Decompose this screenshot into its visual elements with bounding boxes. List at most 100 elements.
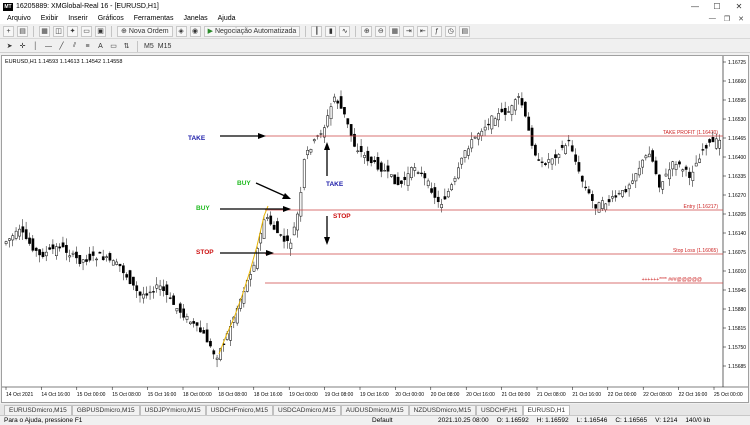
candle-body <box>61 242 65 248</box>
tab-usdchfmicro-m15[interactable]: USDCHFmicro,M15 <box>205 405 273 415</box>
tab-audusdmicro-m15[interactable]: AUDUSDmicro,M15 <box>340 405 409 415</box>
time-tick-label: 19 Oct 00:00 <box>289 392 318 398</box>
price-tick-label: 1.16465 <box>728 136 746 142</box>
tab-nzdusdmicro-m15[interactable]: NZDUSDmicro,M15 <box>408 405 477 415</box>
auto-trading-button[interactable]: ▶ Negociação Automatizada <box>203 25 301 37</box>
profiles-icon[interactable]: ▤ <box>17 25 28 37</box>
candle-body <box>269 215 273 225</box>
price-chart[interactable]: EURUSD,H1 1.14593 1.14613 1.14542 1.1455… <box>2 56 748 402</box>
chart-window[interactable]: EURUSD,H1 1.14593 1.14613 1.14542 1.1455… <box>1 55 749 403</box>
fibonacci-icon[interactable]: ≡ <box>83 43 92 50</box>
candle-body <box>647 153 651 158</box>
time-tick-label: 18 Oct 16:00 <box>254 392 283 398</box>
new-order-button[interactable]: ⊕ Nova Ordem <box>117 25 173 37</box>
entry-label: Entry (1.16217) <box>684 204 719 210</box>
auto-scroll-icon[interactable]: ⇥ <box>403 25 415 37</box>
timeframe-m15[interactable]: M15 <box>158 43 172 50</box>
annotations-layer: TAKE BUY BUY STOP TAKE STOP <box>188 133 351 256</box>
trend-line[interactable] <box>218 205 269 355</box>
candle-body <box>18 228 21 237</box>
label-icon[interactable]: ▭ <box>109 42 118 50</box>
bar-chart-icon[interactable]: ┃ <box>311 25 323 37</box>
child-close-icon[interactable]: ✕ <box>738 15 744 23</box>
candle-body <box>473 136 477 139</box>
stop-mid-annotation: STOP <box>333 213 351 220</box>
candle-body <box>71 252 75 255</box>
cursor-icon[interactable]: ➤ <box>5 42 14 50</box>
candle-body <box>631 180 634 184</box>
vertical-line-icon[interactable]: │ <box>31 43 40 50</box>
candlestick-icon[interactable]: ▮ <box>325 25 337 37</box>
chart-shift-icon[interactable]: ⇤ <box>417 25 429 37</box>
candle-body <box>178 303 182 313</box>
menu-arquivo[interactable]: Arquivo <box>2 15 36 22</box>
candle-body <box>8 238 11 241</box>
menu-inserir[interactable]: Inserir <box>63 15 92 22</box>
timeframe-m5[interactable]: M5 <box>144 43 154 50</box>
tab-gbpusdmicro-m15[interactable]: GBPUSDmicro,M15 <box>71 405 140 415</box>
arrows-icon[interactable]: ⇅ <box>122 42 131 50</box>
candle-body <box>38 249 41 256</box>
zoom-out-icon[interactable]: ⊖ <box>375 25 387 37</box>
candle-body <box>165 284 169 295</box>
time-tick-label: 19 Oct 08:00 <box>325 392 354 398</box>
candle-body <box>714 138 718 149</box>
tab-usdcadmicro-m15[interactable]: USDCADmicro,M15 <box>273 405 341 415</box>
help-text: Para o Ajuda, pressione F1 <box>4 417 83 424</box>
candle-body <box>443 196 447 200</box>
new-chart-icon[interactable]: + <box>3 25 14 37</box>
indicators-icon[interactable]: ƒ <box>431 25 443 37</box>
horizontal-line-icon[interactable]: — <box>44 43 53 50</box>
candle-body <box>356 150 360 153</box>
menu-ferramentas[interactable]: Ferramentas <box>129 15 179 22</box>
candle-body <box>674 164 678 170</box>
candle-body <box>668 169 671 180</box>
tab-eurusdmicro-m15[interactable]: EURUSDmicro,M15 <box>4 405 72 415</box>
data-window-icon[interactable]: ◫ <box>53 25 64 37</box>
candle-body <box>383 170 386 172</box>
stop-annotation: STOP <box>196 249 214 256</box>
candle-body <box>611 196 614 199</box>
text-icon[interactable]: A <box>96 43 105 50</box>
periods-icon[interactable]: ◷ <box>445 25 457 37</box>
metaeditor-icon[interactable]: ◈ <box>175 25 187 37</box>
market-watch-icon[interactable]: ▦ <box>39 25 50 37</box>
candle-body <box>621 190 624 197</box>
navigator-icon[interactable]: ✦ <box>67 25 78 37</box>
price-tick-label: 1.15945 <box>728 288 746 294</box>
menu-ajuda[interactable]: Ajuda <box>213 15 241 22</box>
candle-body <box>688 171 691 178</box>
candle-body <box>550 158 554 165</box>
bar-open: O: 1.16592 <box>496 417 529 424</box>
line-chart-icon[interactable]: ∿ <box>339 25 351 37</box>
zoom-in-icon[interactable]: ⊕ <box>361 25 373 37</box>
tile-windows-icon[interactable]: ▦ <box>389 25 401 37</box>
maximize-icon[interactable]: ☐ <box>706 2 728 11</box>
minimize-icon[interactable]: — <box>684 2 706 11</box>
candle-body <box>11 235 15 241</box>
candle-body <box>78 255 82 264</box>
trendline-icon[interactable]: ╱ <box>57 42 66 50</box>
candle-body <box>21 226 25 233</box>
child-restore-icon[interactable]: ❐ <box>724 15 730 23</box>
candle-body <box>440 204 443 208</box>
menu-exibir[interactable]: Exibir <box>36 15 64 22</box>
candle-body <box>497 113 500 121</box>
crosshair-icon[interactable]: ✛ <box>18 42 27 50</box>
candle-body <box>299 192 303 217</box>
tab-usdjpymicro-m15[interactable]: USDJPYmicro,M15 <box>139 405 206 415</box>
close-icon[interactable]: ✕ <box>728 2 750 11</box>
bar-datetime: 2021.10.25 08:00 <box>438 417 489 424</box>
menu-janelas[interactable]: Janelas <box>178 15 212 22</box>
channel-icon[interactable]: ⫽ <box>70 42 79 50</box>
strategy-tester-icon[interactable]: ▣ <box>95 25 106 37</box>
terminal-icon[interactable]: ▭ <box>81 25 92 37</box>
child-minimize-icon[interactable]: — <box>709 15 716 23</box>
tab-eurusd-h1[interactable]: EURUSD,H1 <box>522 405 571 415</box>
menu-graficos[interactable]: Gráficos <box>93 15 129 22</box>
templates-icon[interactable]: ▤ <box>459 25 471 37</box>
tab-usdchf-h1[interactable]: USDCHF,H1 <box>476 405 523 415</box>
candle-body <box>634 173 638 182</box>
buy-annotation: BUY <box>196 205 210 212</box>
signals-icon[interactable]: ◉ <box>189 25 201 37</box>
